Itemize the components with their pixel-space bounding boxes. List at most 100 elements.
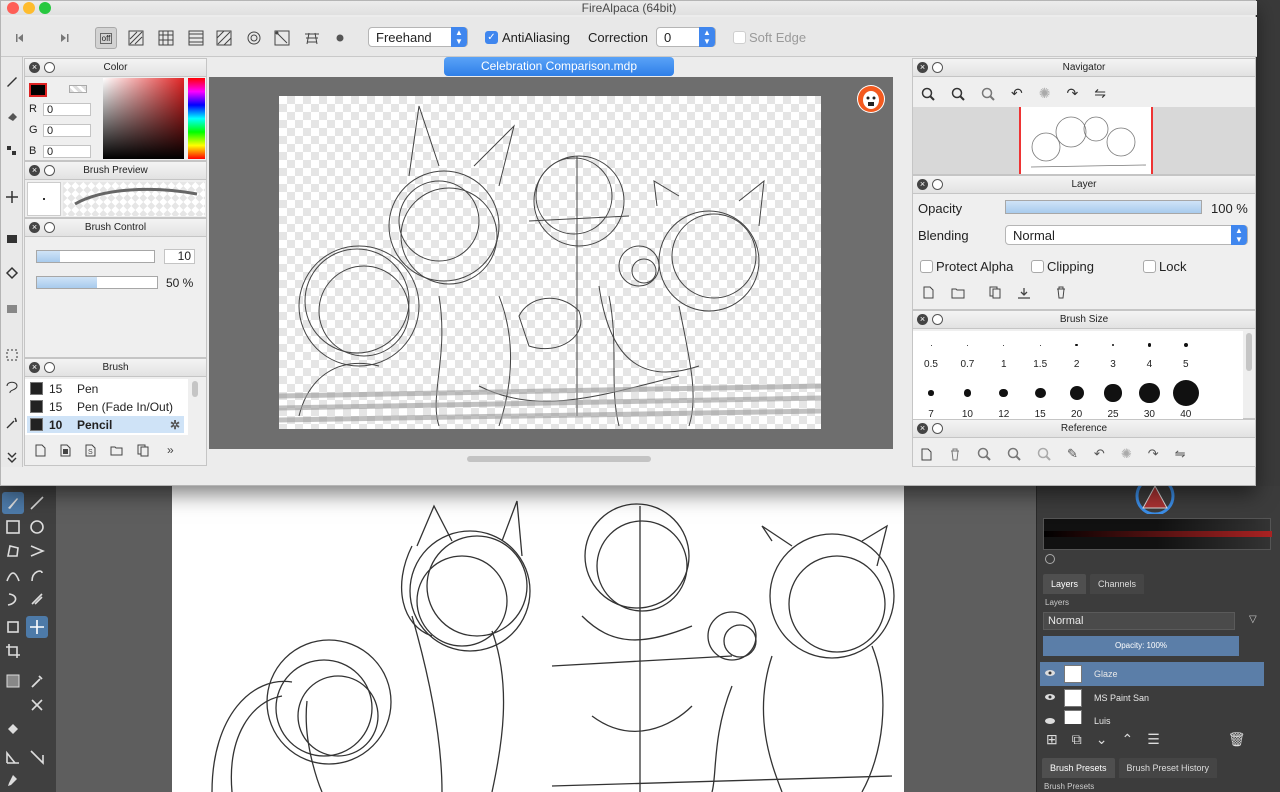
eye-icon[interactable] — [1044, 715, 1056, 724]
reference-zoom-in-icon[interactable] — [977, 447, 991, 461]
minimize-window-button[interactable] — [23, 2, 35, 14]
reference-zoom-reset-icon[interactable] — [1037, 447, 1051, 461]
krita-canvas[interactable] — [172, 486, 904, 792]
snap-perspective-icon[interactable] — [301, 27, 323, 49]
new-layer-icon[interactable] — [923, 286, 935, 299]
secondary-color-swatch[interactable] — [69, 85, 87, 93]
brush-size-scrollbar[interactable] — [1246, 333, 1252, 371]
new-folder-icon[interactable] — [951, 287, 965, 299]
select-tool-icon[interactable] — [2, 345, 22, 365]
brush-size-option[interactable]: 3 — [1095, 331, 1131, 375]
brush-size-option[interactable]: 4 — [1131, 331, 1167, 375]
layer-row-ms-paint-san[interactable]: MS Paint San — [1040, 686, 1264, 710]
zoom-reset-icon[interactable] — [981, 87, 995, 101]
document-tab[interactable]: Celebration Comparison.mdp — [444, 57, 674, 76]
g-input[interactable]: 0 — [43, 124, 91, 137]
flip-horizontal-icon[interactable]: ⇋ — [1094, 85, 1106, 102]
zoom-out-icon[interactable] — [951, 87, 965, 101]
brush-size-option[interactable]: 1 — [986, 331, 1022, 375]
brush-script-icon[interactable]: S — [85, 444, 96, 457]
blend-mode-select[interactable]: Normal — [1043, 612, 1235, 630]
brush-size-option[interactable]: 5 — [1168, 331, 1204, 375]
delete-layer-icon[interactable]: 🗑 — [1228, 731, 1246, 748]
minimize-icon[interactable] — [932, 423, 943, 434]
navigator-preview[interactable] — [913, 107, 1255, 174]
measure-tool-icon[interactable] — [2, 746, 24, 768]
expand-double-chevron-icon[interactable]: » — [167, 443, 174, 457]
layer-properties-icon[interactable]: ☰ — [1147, 731, 1160, 748]
dynamic-brush-tool-icon[interactable] — [2, 588, 24, 610]
brush-size-option[interactable]: 40 — [1168, 377, 1204, 421]
r-input[interactable]: 0 — [43, 103, 91, 116]
assistant-tool-icon[interactable] — [26, 746, 48, 768]
minimize-icon[interactable] — [932, 62, 943, 73]
layer-row-luis[interactable]: Luis — [1040, 710, 1264, 724]
rectangle-tool-icon[interactable] — [2, 516, 24, 538]
brush-size-value[interactable]: 10 — [164, 249, 195, 264]
brush-opacity-slider[interactable] — [36, 276, 158, 289]
magic-wand-tool-icon[interactable] — [2, 413, 22, 433]
freehand-brush-tool-icon[interactable] — [2, 492, 24, 514]
transform-tool-icon[interactable] — [2, 616, 24, 638]
soft-edge-checkbox[interactable] — [733, 31, 746, 44]
layer-row-glaze[interactable]: Glaze — [1040, 662, 1264, 686]
polygon-tool-icon[interactable] — [2, 540, 24, 562]
brush-item-pen[interactable]: 15 Pen — [27, 380, 184, 397]
layer-opacity-slider[interactable]: Opacity: 100% — [1043, 636, 1239, 656]
saturation-value-picker[interactable] — [103, 78, 184, 159]
brush-size-option[interactable]: 7 — [913, 377, 949, 421]
snap-off-button[interactable]: off — [95, 27, 117, 49]
eye-icon[interactable] — [1044, 667, 1056, 679]
minimize-icon[interactable] — [932, 314, 943, 325]
brush-size-option[interactable]: 15 — [1022, 377, 1058, 421]
dot-tool-icon[interactable] — [2, 141, 22, 161]
antialiasing-checkbox[interactable]: ✓ — [485, 31, 498, 44]
zoom-window-button[interactable] — [39, 2, 51, 14]
close-icon[interactable]: × — [29, 362, 40, 373]
add-layer-icon[interactable]: ⊞ — [1046, 731, 1058, 748]
reference-rotate-right-icon[interactable]: ↷ — [1148, 446, 1159, 462]
snap-radial-icon[interactable] — [213, 27, 235, 49]
close-icon[interactable]: × — [917, 62, 928, 73]
line-tool-icon[interactable] — [26, 492, 48, 514]
close-icon[interactable]: × — [917, 423, 928, 434]
ellipse-tool-icon[interactable] — [26, 516, 48, 538]
new-brush-icon[interactable] — [35, 444, 46, 457]
rotate-reset-icon[interactable]: ✺ — [1039, 85, 1051, 102]
multibrush-tool-icon[interactable] — [26, 588, 48, 610]
lasso-tool-icon[interactable] — [2, 377, 22, 397]
polyline-tool-icon[interactable] — [26, 540, 48, 562]
freehand-path-tool-icon[interactable] — [26, 564, 48, 586]
move-down-icon[interactable]: ⌄ — [1096, 731, 1108, 748]
brush-size-option[interactable]: 30 — [1131, 377, 1167, 421]
rotate-left-icon[interactable]: ↶ — [1011, 85, 1023, 102]
redo-arrow-icon[interactable] — [53, 27, 75, 49]
brush-size-option[interactable]: 0.7 — [949, 331, 985, 375]
navigator-viewport[interactable] — [1019, 107, 1153, 174]
delete-reference-icon[interactable] — [949, 448, 961, 461]
canvas-horizontal-scrollbar[interactable] — [467, 456, 651, 462]
layer-opacity-slider[interactable] — [1005, 200, 1202, 214]
duplicate-layer-icon[interactable]: ⧉ — [1072, 731, 1082, 748]
minimize-icon[interactable] — [932, 179, 943, 190]
tab-brush-preset-history[interactable]: Brush Preset History — [1118, 758, 1218, 778]
brush-size-option[interactable]: 25 — [1095, 377, 1131, 421]
correction-stepper[interactable]: 0 ▲ ▼ — [656, 27, 716, 47]
gradient-tool-icon[interactable] — [2, 670, 24, 692]
refresh-icon[interactable] — [1045, 554, 1055, 564]
undo-arrow-icon[interactable] — [9, 27, 31, 49]
new-reference-icon[interactable] — [921, 448, 933, 461]
snap-grid-icon[interactable] — [155, 27, 177, 49]
brush-size-option[interactable]: 12 — [986, 377, 1022, 421]
close-icon[interactable]: × — [917, 314, 928, 325]
brush-settings-gear-icon[interactable]: ✲ — [170, 418, 180, 432]
delete-layer-icon[interactable] — [1055, 286, 1067, 299]
brush-size-option[interactable]: 2 — [1059, 331, 1095, 375]
close-window-button[interactable] — [7, 2, 19, 14]
fill-tool-icon[interactable] — [2, 229, 22, 249]
lock-checkbox[interactable] — [1143, 260, 1156, 273]
brush-tool-icon[interactable] — [2, 71, 22, 91]
expand-tools-icon[interactable] — [2, 447, 22, 467]
close-icon[interactable]: × — [917, 179, 928, 190]
snap-parallel-icon[interactable] — [125, 27, 147, 49]
